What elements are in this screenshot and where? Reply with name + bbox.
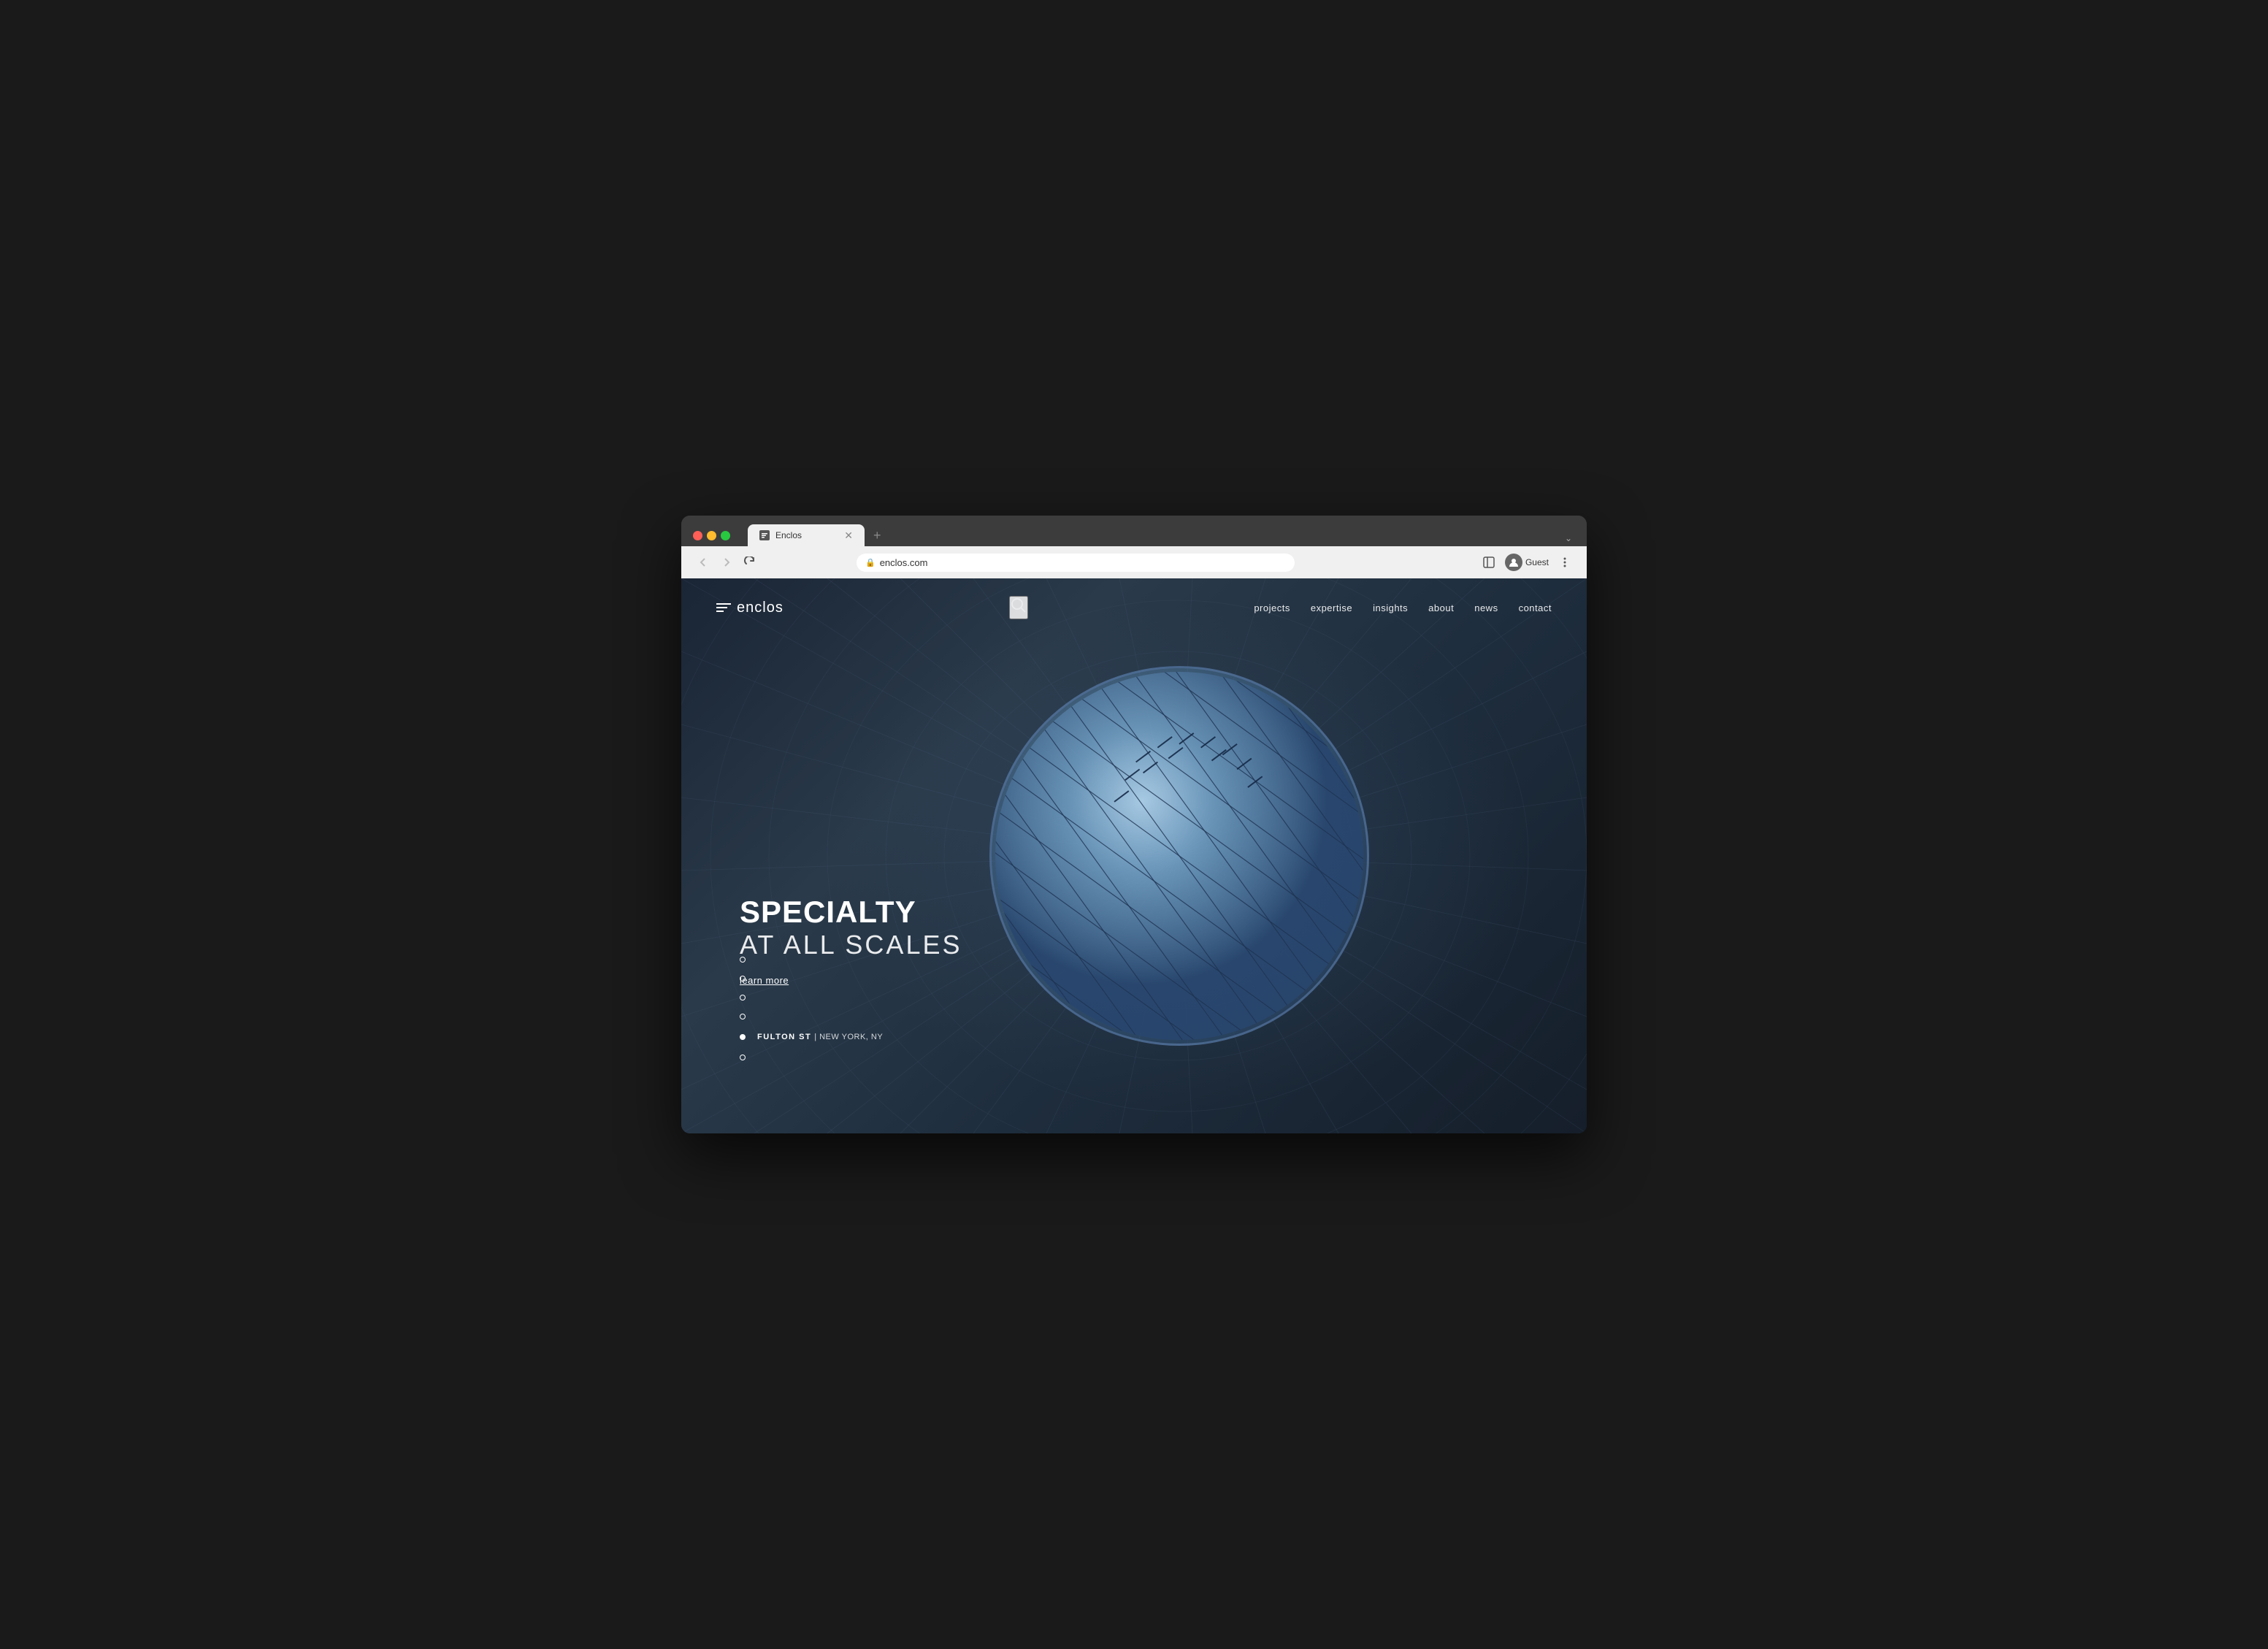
site-logo[interactable]: enclos (716, 600, 784, 616)
user-menu[interactable]: Guest (1505, 554, 1549, 571)
tab-title: Enclos (775, 530, 838, 540)
dot-0[interactable] (740, 957, 746, 963)
nav-expertise[interactable]: expertise (1311, 602, 1352, 613)
url-text: enclos.com (880, 557, 928, 568)
slide-dot-5[interactable] (740, 1055, 883, 1060)
menu-button[interactable] (1555, 552, 1575, 573)
nav-about[interactable]: about (1428, 602, 1454, 613)
refresh-button[interactable] (740, 552, 760, 573)
tab-favicon (759, 530, 770, 540)
traffic-lights (693, 531, 730, 540)
slide-dot-4[interactable]: FULTON ST | NEW YORK, NY (740, 1033, 883, 1041)
user-avatar (1505, 554, 1522, 571)
search-button[interactable] (1009, 596, 1028, 619)
dot-1[interactable] (740, 976, 746, 982)
maximize-button[interactable] (721, 531, 730, 540)
toolbar-right: Guest (1479, 552, 1575, 573)
logo-line-3 (716, 611, 724, 612)
tab-close-button[interactable]: ✕ (844, 530, 853, 540)
minimize-button[interactable] (707, 531, 716, 540)
back-button[interactable] (693, 552, 713, 573)
dot-2[interactable] (740, 995, 746, 1001)
nav-projects[interactable]: projects (1254, 602, 1290, 613)
website: enclos projects expertise insights about… (681, 578, 1587, 1133)
hero-title-bold: SPECIALTY (740, 895, 962, 929)
sidebar-toggle-button[interactable] (1479, 552, 1499, 573)
hero-title-light: AT ALL SCALES (740, 929, 962, 960)
tab-dropdown-button[interactable]: ⌄ (1562, 530, 1575, 546)
user-label: Guest (1525, 557, 1549, 567)
site-nav: projects expertise insights about news c… (1254, 602, 1552, 613)
logo-line-2 (716, 607, 727, 608)
url-bar[interactable]: 🔒 enclos.com (857, 554, 1295, 572)
close-button[interactable] (693, 531, 702, 540)
dot-3[interactable] (740, 1014, 746, 1019)
dome-grid-svg (992, 668, 1367, 1044)
lock-icon: 🔒 (865, 558, 876, 567)
tab-bar: Enclos ✕ + ⌄ (748, 524, 1575, 546)
slide-dot-2[interactable] (740, 995, 883, 1001)
logo-icon (716, 603, 731, 612)
nav-contact[interactable]: contact (1519, 602, 1552, 613)
dome-inner (989, 666, 1369, 1046)
site-header: enclos projects expertise insights about… (681, 578, 1587, 637)
dot-label: FULTON ST (757, 1033, 811, 1041)
dome-visual (989, 666, 1369, 1046)
dot-5[interactable] (740, 1055, 746, 1060)
logo-text: enclos (737, 600, 784, 616)
title-bar: Enclos ✕ + ⌄ (681, 516, 1587, 546)
slide-dot-0[interactable] (740, 957, 883, 963)
slide-indicators: FULTON ST | NEW YORK, NY (740, 957, 883, 1060)
search-center (784, 596, 1254, 619)
new-tab-button[interactable]: + (867, 525, 887, 546)
active-tab[interactable]: Enclos ✕ (748, 524, 865, 546)
slide-dot-1[interactable] (740, 976, 883, 982)
nav-insights[interactable]: insights (1373, 602, 1408, 613)
browser-chrome: Enclos ✕ + ⌄ (681, 516, 1587, 578)
browser-window: Enclos ✕ + ⌄ (681, 516, 1587, 1133)
slide-dot-3[interactable] (740, 1014, 883, 1019)
forward-button[interactable] (716, 552, 737, 573)
nav-news[interactable]: news (1474, 602, 1498, 613)
dot-4-active[interactable] (740, 1034, 746, 1040)
logo-line-1 (716, 603, 731, 605)
dot-sublabel: | NEW YORK, NY (814, 1033, 883, 1041)
address-bar: 🔒 enclos.com (681, 546, 1587, 578)
nav-buttons (693, 552, 760, 573)
